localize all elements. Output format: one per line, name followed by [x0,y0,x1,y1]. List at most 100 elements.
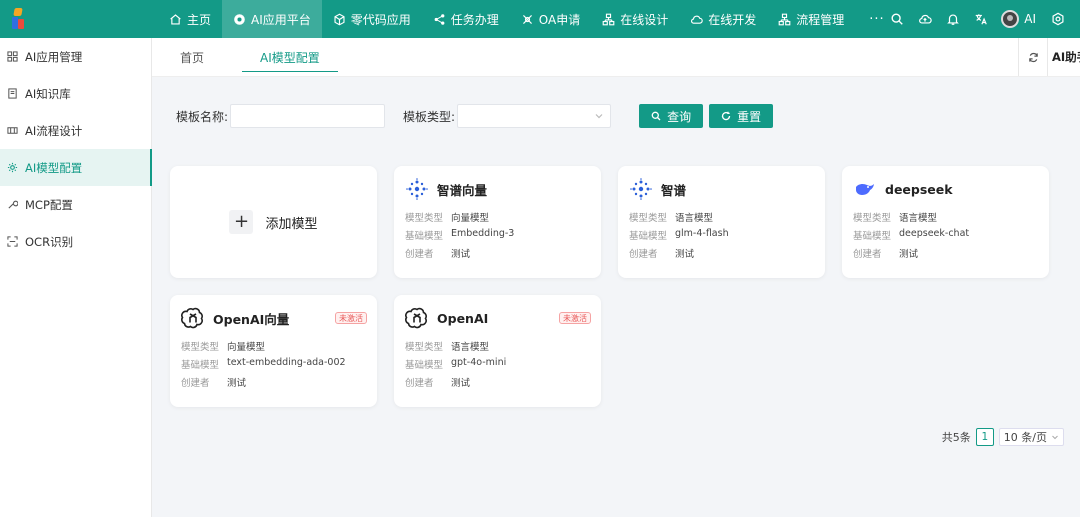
wrench-icon [7,199,18,210]
book-icon [7,88,18,99]
query-button-label: 查询 [667,109,692,124]
openai-logo-icon [405,306,429,330]
gear-icon [7,162,18,173]
pagination-total: 共5条 [941,431,971,444]
main-nav: 主页 AI应用平台 零代码应用 任务办理 OA申请 在线设计 在线开发 流程管理… [158,0,899,38]
model-card[interactable]: OpenAI 未激活 模型类型 语言模型 基础模型 gpt-4o-mini 创建者测… [394,295,601,407]
sidebar-item-flow-design[interactable]: AI流程设计 [0,112,151,149]
template-type-select[interactable] [457,104,612,128]
card-name: OpenAI [437,310,489,326]
card-title-row: 智谱向量 [405,176,591,202]
nav-item-dev[interactable]: 在线开发 [679,0,767,38]
home-icon [169,13,182,26]
sidebar-item-label: AI模型配置 [25,160,83,175]
zhipu-logo-icon [629,177,653,201]
chevron-down-icon [595,114,603,119]
add-model-label: 添加模型 [265,216,318,232]
nav-item-label: OA申请 [538,12,581,27]
model-card[interactable]: deepseek 模型类型 语言模型 基础模型 deepseek-chat 创建者测… [842,166,1049,278]
nav-item-design[interactable]: 在线设计 [591,0,679,38]
search-icon[interactable] [883,0,911,38]
nav-item-label: 在线设计 [620,12,669,27]
template-type-label: 模板类型: [403,109,456,124]
zhipu-logo-icon [405,177,429,201]
flow-icon [778,13,791,26]
nav-item-label: 任务办理 [450,12,499,27]
logo-mark-icon [12,8,24,30]
sidebar-item-knowledge[interactable]: AI知识库 [0,75,151,112]
nav-item-label: 在线开发 [708,12,757,27]
page-number-button[interactable]: 1 [975,428,994,446]
card-name: deepseek [885,181,953,197]
template-name-input[interactable] [230,104,386,128]
cloud-upload-icon[interactable] [911,0,939,38]
oa-icon [521,13,534,26]
ai-platform-icon [233,13,246,26]
nav-item-tasks[interactable]: 任务办理 [422,0,510,38]
card-meta-base: 基础模型 gpt-4o-mini [405,357,507,371]
nav-item-flow[interactable]: 流程管理 [767,0,855,38]
page-size-value: 10 条/页 [1003,431,1047,444]
card-title-row: deepseek [853,176,1039,202]
settings-icon[interactable] [1044,0,1072,38]
nav-item-ai-platform[interactable]: AI应用平台 [222,0,322,38]
tabs-right-tools: AI助手 [1018,38,1080,76]
user-name[interactable]: AI [1024,12,1036,26]
card-meta-creator: 创建者 测试 [405,378,471,389]
bell-icon[interactable] [939,0,967,38]
sidebar-item-ai-apps[interactable]: AI应用管理 [0,38,151,75]
nav-item-nocode[interactable]: 零代码应用 [322,0,422,38]
app-logo[interactable] [0,0,36,38]
card-meta-type: 模型类型 向量模型 [181,342,266,353]
plus-icon: + [229,210,254,234]
process-icon [7,125,18,136]
card-meta-type: 模型类型 语言模型 [853,213,938,224]
nav-item-oa[interactable]: OA申请 [510,0,591,38]
page-tabs: 首页 AI模型配置 AI助手 [152,38,1080,77]
reset-icon [721,111,731,121]
nav-item-label: 零代码应用 [350,12,411,27]
add-model-card[interactable]: + 添加模型 [170,166,377,278]
sidebar-item-label: OCR识别 [25,234,74,249]
page-size-select[interactable]: 10 条/页 [998,428,1064,446]
sidebar-item-model-config[interactable]: AI模型配置 [0,149,152,186]
card-meta-creator: 创建者 测试 [405,249,471,260]
nav-item-home[interactable]: 主页 [158,0,222,38]
model-card[interactable]: 智谱向量 模型类型 向量模型 基础模型 Embedding-3 创建者 测试 [394,166,601,278]
sidebar-item-mcp[interactable]: MCP配置 [0,186,151,223]
tab-home[interactable]: 首页 [152,38,232,76]
card-title-row: OpenAI向量 未激活 [181,305,367,331]
nav-item-label: 主页 [187,12,212,27]
scan-icon [7,236,18,247]
model-card[interactable]: OpenAI向量 未激活 模型类型 向量模型 基础模型 text-embedding… [170,295,377,407]
org-chart-icon [602,13,615,26]
card-title-row: 智谱 [629,176,815,202]
template-name-label: 模板名称: [176,109,229,124]
nav-item-label: 流程管理 [796,12,845,27]
reset-button-label: 重置 [737,109,762,124]
card-meta-type: 模型类型 向量模型 [405,213,490,224]
pagination: 共5条 1 10 条/页 [942,428,1064,446]
grid-icon [7,51,18,62]
card-meta-type: 模型类型 语言模型 [629,213,714,224]
query-button[interactable]: 查询 [639,104,704,128]
sidebar-item-ocr[interactable]: OCR识别 [0,223,151,260]
card-meta-creator: 创建者 测试 [629,249,695,260]
search-form: 模板名称: 模板类型: 查询 重置 [176,104,774,128]
card-meta-base: 基础模型 text-embedding-ada-002 [181,357,346,371]
card-name: 智谱向量 [437,182,488,198]
avatar[interactable] [1001,10,1020,28]
nav-item-label: AI应用平台 [251,12,311,27]
translate-icon[interactable] [967,0,995,38]
tab-model-config[interactable]: AI模型配置 [232,38,348,76]
refresh-icon[interactable] [1019,38,1047,76]
chevron-down-icon [1052,435,1058,440]
ai-helper-button[interactable]: AI助手 [1047,38,1080,76]
nocode-icon [333,13,346,26]
sidebar-item-label: AI流程设计 [25,123,83,138]
cloud-icon [690,13,704,26]
card-title-row: OpenAI 未激活 [405,305,591,331]
reset-button[interactable]: 重置 [709,104,774,128]
model-card[interactable]: 智谱 模型类型 语言模型 基础模型 glm-4-flash 创建者 测试 [618,166,825,278]
card-name: 智谱 [661,182,687,198]
